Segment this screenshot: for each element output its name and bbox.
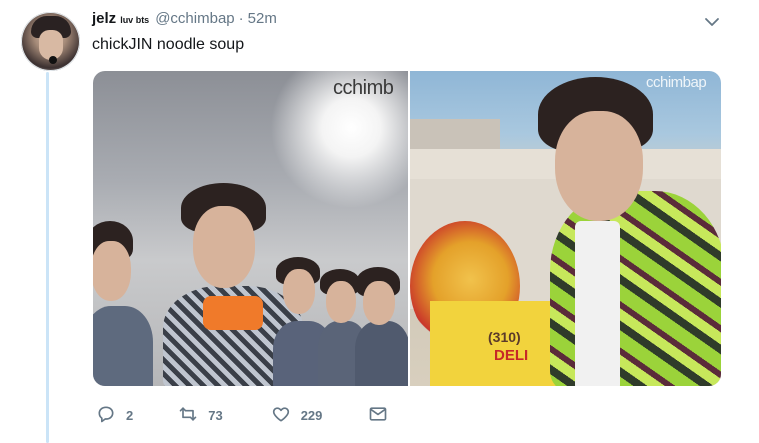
display-name[interactable]: jelz [92,10,116,27]
figure-head [93,241,131,301]
figure-head [555,111,643,221]
user-handle[interactable]: @cchimbap [155,10,234,27]
figure-head [193,206,255,288]
timestamp[interactable]: 52m [248,10,277,27]
figure-vest [203,296,263,330]
like-button[interactable]: 229 [271,404,323,427]
figure-head [326,281,356,323]
media-photo-left[interactable]: cchimb [93,71,408,386]
reply-button[interactable]: 2 [96,404,133,427]
retweet-button[interactable]: 73 [178,404,223,427]
separator-dot: · [238,10,244,27]
avatar-mic [49,56,57,64]
tweet-actions: 2 73 229 [96,404,388,426]
reply-icon [96,404,116,427]
figure-head [283,269,315,314]
avatar[interactable] [21,12,80,71]
thread-line [46,72,49,443]
retweet-count: 73 [208,407,223,423]
display-name-superscript: luv bts [120,15,150,25]
retweet-icon [178,404,198,427]
direct-message-icon [368,404,388,427]
media-photo-right[interactable]: cchimbap (310) DELI [410,71,721,386]
photo-watermark: cchimb [333,77,394,99]
direct-message-button[interactable] [368,404,388,427]
like-icon [271,404,291,427]
tweet-text: chickJIN noodle soup [92,36,245,53]
deli-sign-text: DELI [494,347,529,364]
figure-shirt [575,221,620,386]
figure-head [363,281,395,325]
chevron-down-icon[interactable] [704,14,720,30]
deli-sign-phone: (310) [488,329,521,345]
figure-body [93,306,153,386]
tweet-header: jelz luv bts @cchimbap · 52m [92,10,277,32]
like-count: 229 [300,407,323,423]
figure-body [355,321,408,386]
photo-watermark: cchimbap [646,74,707,91]
reply-count: 2 [126,407,134,423]
tweet-media[interactable]: cchimb cchimbap (310) DELI [93,71,721,386]
